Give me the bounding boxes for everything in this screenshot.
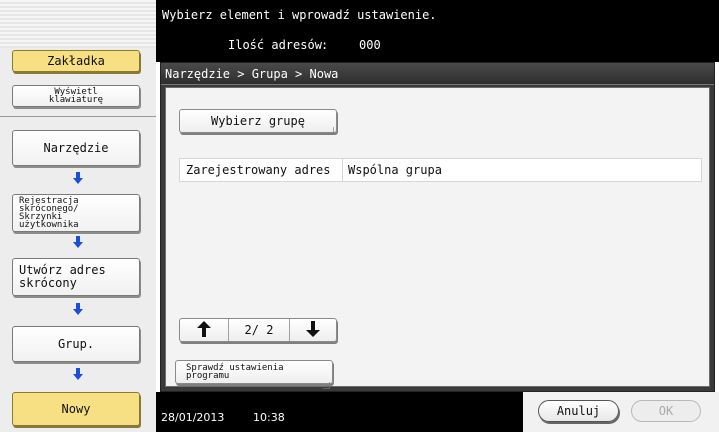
down-arrow-icon (73, 172, 83, 184)
step-create-address-button[interactable]: Utwórz adres skrócony (12, 258, 140, 296)
registered-address-row: Zarejestrowany adres Wspólna grupa (179, 158, 702, 182)
pager: 2/ 2 (179, 318, 337, 342)
arrow-down-icon (306, 320, 320, 340)
corner-mark-icon (323, 374, 331, 390)
ok-label: OK (658, 404, 674, 418)
date-display: 28/01/2013 (161, 411, 225, 424)
arrow-up-icon (197, 320, 211, 340)
step-create-address-label: Utwórz adres skrócony (19, 263, 106, 290)
step-register-label: Rejestracja skróconego/ Skrzynki użytkow… (19, 196, 79, 230)
time-display: 10:38 (253, 411, 285, 424)
down-arrow-icon (73, 303, 83, 315)
page-indicator: 2/ 2 (229, 319, 289, 341)
instruction-message: Wybierz element i wprowadź ustawienie. (162, 8, 437, 22)
corner-mark-icon (327, 123, 335, 135)
page-down-button[interactable] (290, 319, 336, 341)
registered-address-label: Zarejestrowany adres (186, 163, 331, 177)
step-tool-button[interactable]: Narzędzie (12, 130, 140, 166)
breadcrumb: Narzędzie > Grupa > Nowa (161, 63, 714, 85)
field-divider (342, 159, 343, 181)
down-arrow-icon (73, 368, 83, 380)
show-keyboard-label: Wyświetl klawiaturę (48, 87, 104, 105)
step-new-button[interactable]: Nowy (12, 392, 140, 426)
page-up-button[interactable] (180, 319, 228, 341)
show-keyboard-button[interactable]: Wyświetl klawiaturę (12, 85, 140, 107)
cancel-label: Anuluj (556, 404, 601, 418)
step-group-button[interactable]: Grup. (12, 326, 140, 362)
main-panel: Narzędzie > Grupa > Nowa Wybierz grupę Z… (160, 62, 715, 392)
address-count-value: 000 (359, 38, 381, 52)
check-program-settings-button[interactable]: Sprawdź ustawienia programu (175, 360, 333, 390)
select-group-label: Wybierz grupę (211, 114, 305, 128)
page-number: 2/ 2 (244, 323, 274, 337)
content-area: Wybierz grupę Zarejestrowany adres Wspól… (165, 87, 710, 390)
action-area: Anuluj OK (523, 392, 719, 432)
down-arrow-icon (73, 236, 83, 248)
tab-button-label: Zakładka (47, 53, 105, 68)
sidebar: Zakładka Wyświetl klawiaturę Narzędzie R… (0, 0, 156, 432)
address-count-label: Ilość adresów (228, 38, 322, 52)
check-program-settings-label: Sprawdź ustawienia programu (186, 363, 284, 381)
registered-address-value: Wspólna grupa (348, 163, 442, 177)
address-count-separator: : (321, 38, 329, 52)
sidebar-divider (0, 116, 156, 117)
ok-button[interactable]: OK (631, 400, 701, 422)
step-tool-label: Narzędzie (43, 140, 109, 155)
step-new-label: Nowy (61, 401, 91, 416)
cancel-button[interactable]: Anuluj (538, 400, 619, 422)
step-register-button[interactable]: Rejestracja skróconego/ Skrzynki użytkow… (12, 194, 140, 232)
tab-button[interactable]: Zakładka (12, 50, 140, 72)
select-group-button[interactable]: Wybierz grupę (179, 109, 337, 135)
message-bar: Wybierz element i wprowadź ustawienie. I… (156, 0, 719, 62)
status-bar: 28/01/2013 10:38 Anuluj OK (156, 392, 719, 432)
step-group-label: Grup. (57, 336, 95, 351)
